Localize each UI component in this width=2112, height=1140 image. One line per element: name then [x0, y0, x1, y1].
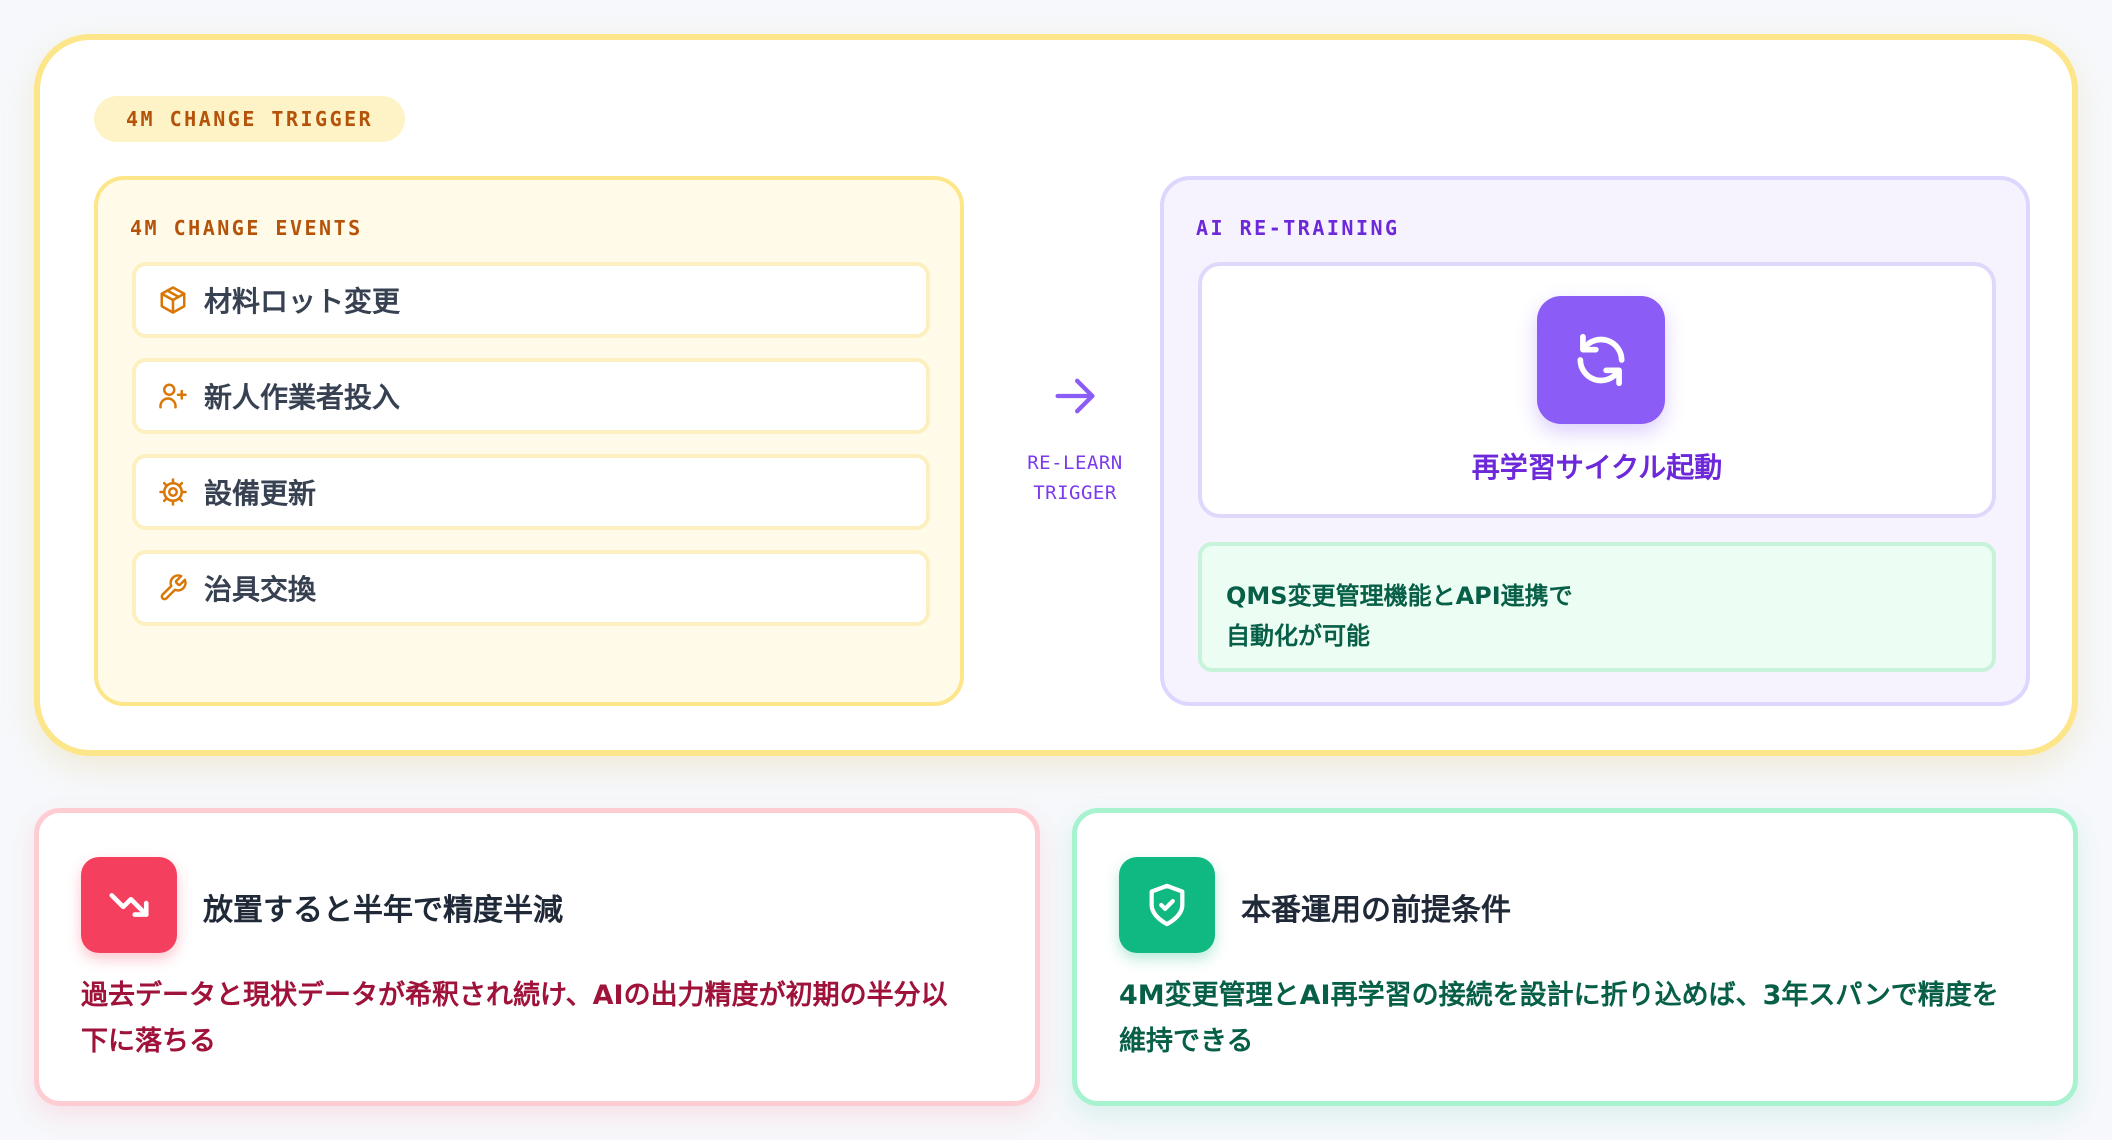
relearn-connector: RE-LEARN TRIGGER: [1000, 370, 1150, 508]
trending-down-icon: [81, 857, 177, 953]
events-panel-title: 4M CHANGE EVENTS: [130, 216, 363, 240]
retraining-cycle-box: 再学習サイクル起動: [1198, 262, 1996, 518]
event-label: 材料ロット変更: [204, 285, 401, 318]
prerequisite-card: 本番運用の前提条件 4M変更管理とAI再学習の接続を設計に折り込めば、3年スパン…: [1072, 808, 2078, 1106]
prerequisite-card-text-line1: 4M変更管理とAI再学習の接続を設計に折り込めば、3年スパンで精度を: [1119, 980, 1999, 1011]
cycle-label: 再学習サイクル起動: [1471, 451, 1723, 484]
shield-check-icon: [1119, 857, 1215, 953]
prerequisite-card-title: 本番運用の前提条件: [1241, 893, 1511, 928]
risk-card-title: 放置すると半年で精度半減: [203, 893, 563, 928]
trigger-badge: 4M CHANGE TRIGGER: [94, 96, 406, 142]
risk-card: 放置すると半年で精度半減 過去データと現状データが希釈され続け、AIの出力精度が…: [34, 808, 1040, 1106]
events-panel: 4M CHANGE EVENTS 材料ロット変更 新人作業者投入 設備更新 治具…: [94, 176, 964, 706]
connector-label-line2: TRIGGER: [1033, 482, 1117, 504]
risk-card-text-line2: 下に落ちる: [81, 1026, 216, 1057]
event-label: 設備更新: [204, 477, 317, 510]
event-item-equipment-update: 設備更新: [132, 454, 930, 530]
settings-gear-icon: [156, 475, 190, 509]
event-item-jig-exchange: 治具交換: [132, 550, 930, 626]
package-icon: [156, 283, 190, 317]
event-label: 新人作業者投入: [204, 381, 401, 414]
arrow-right-icon: [1055, 378, 1095, 414]
ai-panel-title: AI RE-TRAINING: [1196, 216, 1400, 240]
event-item-new-worker: 新人作業者投入: [132, 358, 930, 434]
user-plus-icon: [156, 379, 190, 413]
prerequisite-card-text-line2: 維持できる: [1119, 1026, 1254, 1057]
qms-note-box: QMS変更管理機能とAPI連携で 自動化が可能: [1198, 542, 1996, 672]
trigger-section-card: 4M CHANGE TRIGGER 4M CHANGE EVENTS 材料ロット…: [34, 34, 2078, 756]
event-label: 治具交換: [204, 573, 317, 606]
refresh-cycle-icon: [1537, 296, 1665, 424]
connector-label-line1: RE-LEARN: [1027, 452, 1123, 474]
risk-card-text: 過去データと現状データが希釈され続け、AIの出力精度が初期の半分以 下に落ちる: [81, 973, 995, 1065]
wrench-icon: [156, 571, 190, 605]
prerequisite-card-text: 4M変更管理とAI再学習の接続を設計に折り込めば、3年スパンで精度を 維持できる: [1119, 973, 2033, 1065]
qms-note-line1: QMS変更管理機能とAPI連携で: [1226, 582, 1573, 610]
ai-retraining-panel: AI RE-TRAINING 再学習サイクル起動 QMS変更管理機能とAPI連携…: [1160, 176, 2030, 706]
qms-note-line2: 自動化が可能: [1226, 622, 1370, 650]
risk-card-text-line1: 過去データと現状データが希釈され続け、AIの出力精度が初期の半分以: [81, 980, 948, 1011]
event-item-material-lot: 材料ロット変更: [132, 262, 930, 338]
